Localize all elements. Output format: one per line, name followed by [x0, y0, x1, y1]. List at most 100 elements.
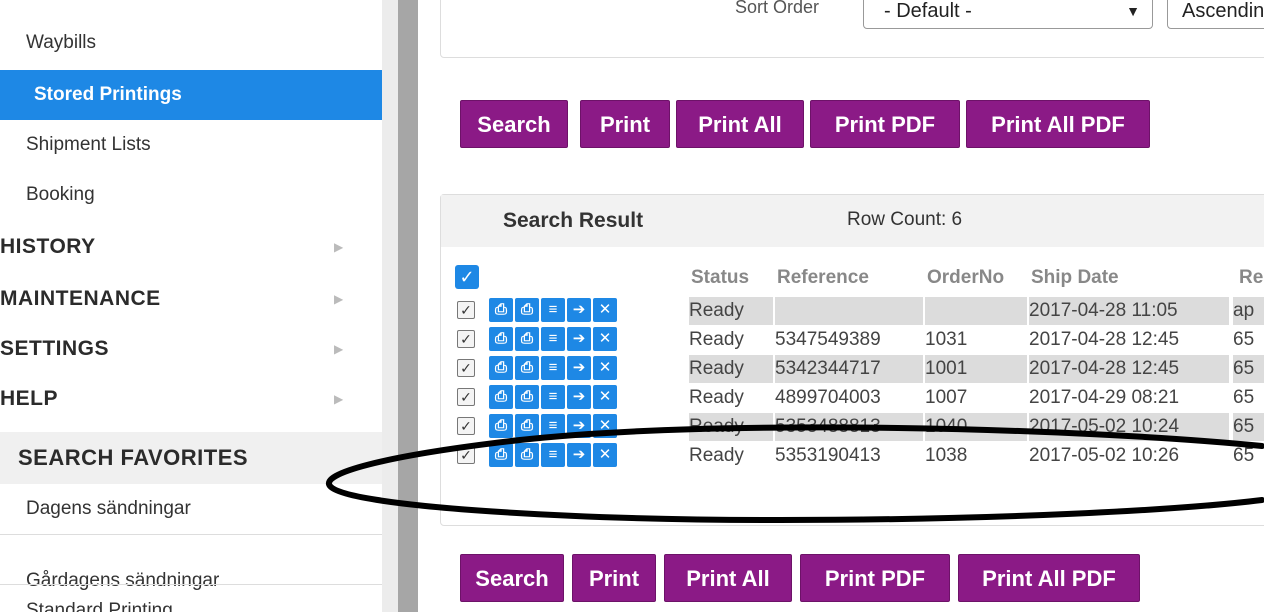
sidebar-gutter [382, 0, 398, 612]
splitter-handle[interactable] [398, 0, 418, 612]
arrow-right-icon[interactable]: ➔ [567, 414, 591, 438]
arrow-right-icon[interactable]: ➔ [567, 327, 591, 351]
table-row[interactable]: ✓ ⎙ ⎙ ≡ ➔ ✕ Ready 5342344717 1001 2017-04-28 12:4… [441, 355, 1264, 383]
divider [0, 534, 382, 535]
printer-alt-icon[interactable]: ⎙ [515, 414, 539, 438]
close-icon[interactable]: ✕ [593, 385, 617, 409]
sidebar-section-maintenance[interactable]: MAINTENANCE ▶ [0, 274, 382, 324]
table-row[interactable]: ✓ ⎙ ⎙ ≡ ➔ ✕ Ready 5347549389 1031 2017-04-28 12:4… [441, 326, 1264, 354]
search-button[interactable]: Search [460, 554, 564, 602]
close-icon[interactable]: ✕ [593, 414, 617, 438]
close-icon[interactable]: ✕ [593, 298, 617, 322]
favorite-item-standard-printing[interactable]: Standard Printing [0, 586, 382, 612]
cell-ship-date: 2017-05-02 10:24 [1029, 413, 1229, 441]
list-icon[interactable]: ≡ [541, 327, 565, 351]
cell-reference: 5353488813 [775, 413, 923, 441]
row-checkbox[interactable]: ✓ [457, 388, 475, 406]
cell-status: Ready [689, 445, 744, 466]
divider [0, 584, 382, 585]
print-pdf-button[interactable]: Print PDF [810, 100, 960, 148]
filter-panel: Sort Order - Default - ▼ Ascending [440, 0, 1264, 58]
sort-direction-value: Ascending [1182, 0, 1264, 22]
print-all-button[interactable]: Print All [676, 100, 804, 148]
list-icon[interactable]: ≡ [541, 385, 565, 409]
row-checkbox[interactable]: ✓ [457, 446, 475, 464]
sidebar-item-stored-printings[interactable]: Stored Printings [0, 70, 382, 120]
close-icon[interactable]: ✕ [593, 327, 617, 351]
sidebar-section-label: MAINTENANCE [0, 287, 161, 310]
sidebar-item-shipment-lists[interactable]: Shipment Lists [0, 120, 382, 170]
arrow-right-icon[interactable]: ➔ [567, 443, 591, 467]
cell-status: Ready [689, 297, 773, 325]
column-header-receiver[interactable]: Re [1239, 267, 1263, 289]
printer-icon[interactable]: ⎙ [489, 443, 513, 467]
cell-orderno: 1038 [925, 445, 968, 466]
chevron-right-icon: ▶ [334, 240, 344, 254]
close-icon[interactable]: ✕ [593, 356, 617, 380]
row-checkbox[interactable]: ✓ [457, 301, 475, 319]
caret-down-icon: ▼ [1126, 3, 1140, 19]
list-icon[interactable]: ≡ [541, 356, 565, 380]
arrow-right-icon[interactable]: ➔ [567, 385, 591, 409]
list-icon[interactable]: ≡ [541, 443, 565, 467]
sort-order-label: Sort Order [735, 0, 820, 17]
sidebar-item-label: Booking [26, 184, 95, 205]
column-header-orderno[interactable]: OrderNo [927, 267, 1004, 289]
column-header-reference[interactable]: Reference [777, 267, 869, 289]
sidebar-item-booking[interactable]: Booking [0, 170, 382, 220]
chevron-right-icon: ▶ [334, 292, 344, 306]
cell-orderno: 1031 [925, 329, 968, 350]
sidebar-section-label: HISTORY [0, 235, 96, 258]
printer-alt-icon[interactable]: ⎙ [515, 385, 539, 409]
sidebar-section-settings[interactable]: SETTINGS ▶ [0, 324, 382, 374]
printer-alt-icon[interactable]: ⎙ [515, 356, 539, 380]
cell-reference: 5342344717 [775, 355, 923, 383]
print-pdf-button[interactable]: Print PDF [800, 554, 950, 602]
row-checkbox[interactable]: ✓ [457, 359, 475, 377]
table-row[interactable]: ✓ ⎙ ⎙ ≡ ➔ ✕ Ready 4899704003 1007 2017-04-29 08:2… [441, 384, 1264, 412]
sidebar-section-help[interactable]: HELP ▶ [0, 374, 382, 424]
sort-direction-select[interactable]: Ascending [1167, 0, 1264, 29]
arrow-right-icon[interactable]: ➔ [567, 356, 591, 380]
cell-receiver: ap [1233, 297, 1264, 325]
printer-icon[interactable]: ⎙ [489, 385, 513, 409]
list-icon[interactable]: ≡ [541, 298, 565, 322]
cell-reference: 5353190413 [775, 445, 881, 466]
favorite-item-label: Dagens sändningar [26, 498, 191, 519]
cell-orderno: 1007 [925, 387, 968, 408]
sidebar-item-waybills[interactable]: Waybills [0, 18, 382, 68]
printer-alt-icon[interactable]: ⎙ [515, 298, 539, 322]
sort-order-select[interactable]: - Default - ▼ [863, 0, 1153, 29]
printer-alt-icon[interactable]: ⎙ [515, 443, 539, 467]
printer-alt-icon[interactable]: ⎙ [515, 327, 539, 351]
table-row[interactable]: ✓ ⎙ ⎙ ≡ ➔ ✕ Ready 5353488813 1040 2017-05-02 10:2… [441, 413, 1264, 441]
sidebar-section-history[interactable]: HISTORY ▶ [0, 222, 382, 272]
print-button[interactable]: Print [580, 100, 670, 148]
close-icon[interactable]: ✕ [593, 443, 617, 467]
list-icon[interactable]: ≡ [541, 414, 565, 438]
print-button[interactable]: Print [572, 554, 656, 602]
chevron-right-icon: ▶ [334, 392, 344, 406]
printer-icon[interactable]: ⎙ [489, 298, 513, 322]
search-result-header: Search Result Row Count: 6 [441, 195, 1264, 247]
print-all-button[interactable]: Print All [664, 554, 792, 602]
printer-icon[interactable]: ⎙ [489, 327, 513, 351]
cell-ship-date: 2017-04-28 12:45 [1029, 329, 1180, 350]
column-header-status[interactable]: Status [691, 267, 749, 289]
arrow-right-icon[interactable]: ➔ [567, 298, 591, 322]
cell-status: Ready [689, 387, 744, 408]
table-row[interactable]: ✓ ⎙ ⎙ ≡ ➔ ✕ Ready 5353190413 1038 2017-05-02 10:2… [441, 442, 1264, 470]
printer-icon[interactable]: ⎙ [489, 356, 513, 380]
cell-ship-date: 2017-05-02 10:26 [1029, 445, 1180, 466]
favorite-item-dagens[interactable]: Dagens sändningar [0, 484, 382, 534]
row-checkbox[interactable]: ✓ [457, 417, 475, 435]
print-all-pdf-button[interactable]: Print All PDF [958, 554, 1140, 602]
select-all-checkbox[interactable]: ✓ [455, 265, 479, 289]
printer-icon[interactable]: ⎙ [489, 414, 513, 438]
table-row[interactable]: ✓ ⎙ ⎙ ≡ ➔ ✕ Ready 2017-04-28 11:05 ap [441, 297, 1264, 325]
sidebar-item-label: Shipment Lists [26, 134, 151, 155]
row-checkbox[interactable]: ✓ [457, 330, 475, 348]
column-header-ship-date[interactable]: Ship Date [1031, 267, 1119, 289]
search-button[interactable]: Search [460, 100, 568, 148]
print-all-pdf-button[interactable]: Print All PDF [966, 100, 1150, 148]
